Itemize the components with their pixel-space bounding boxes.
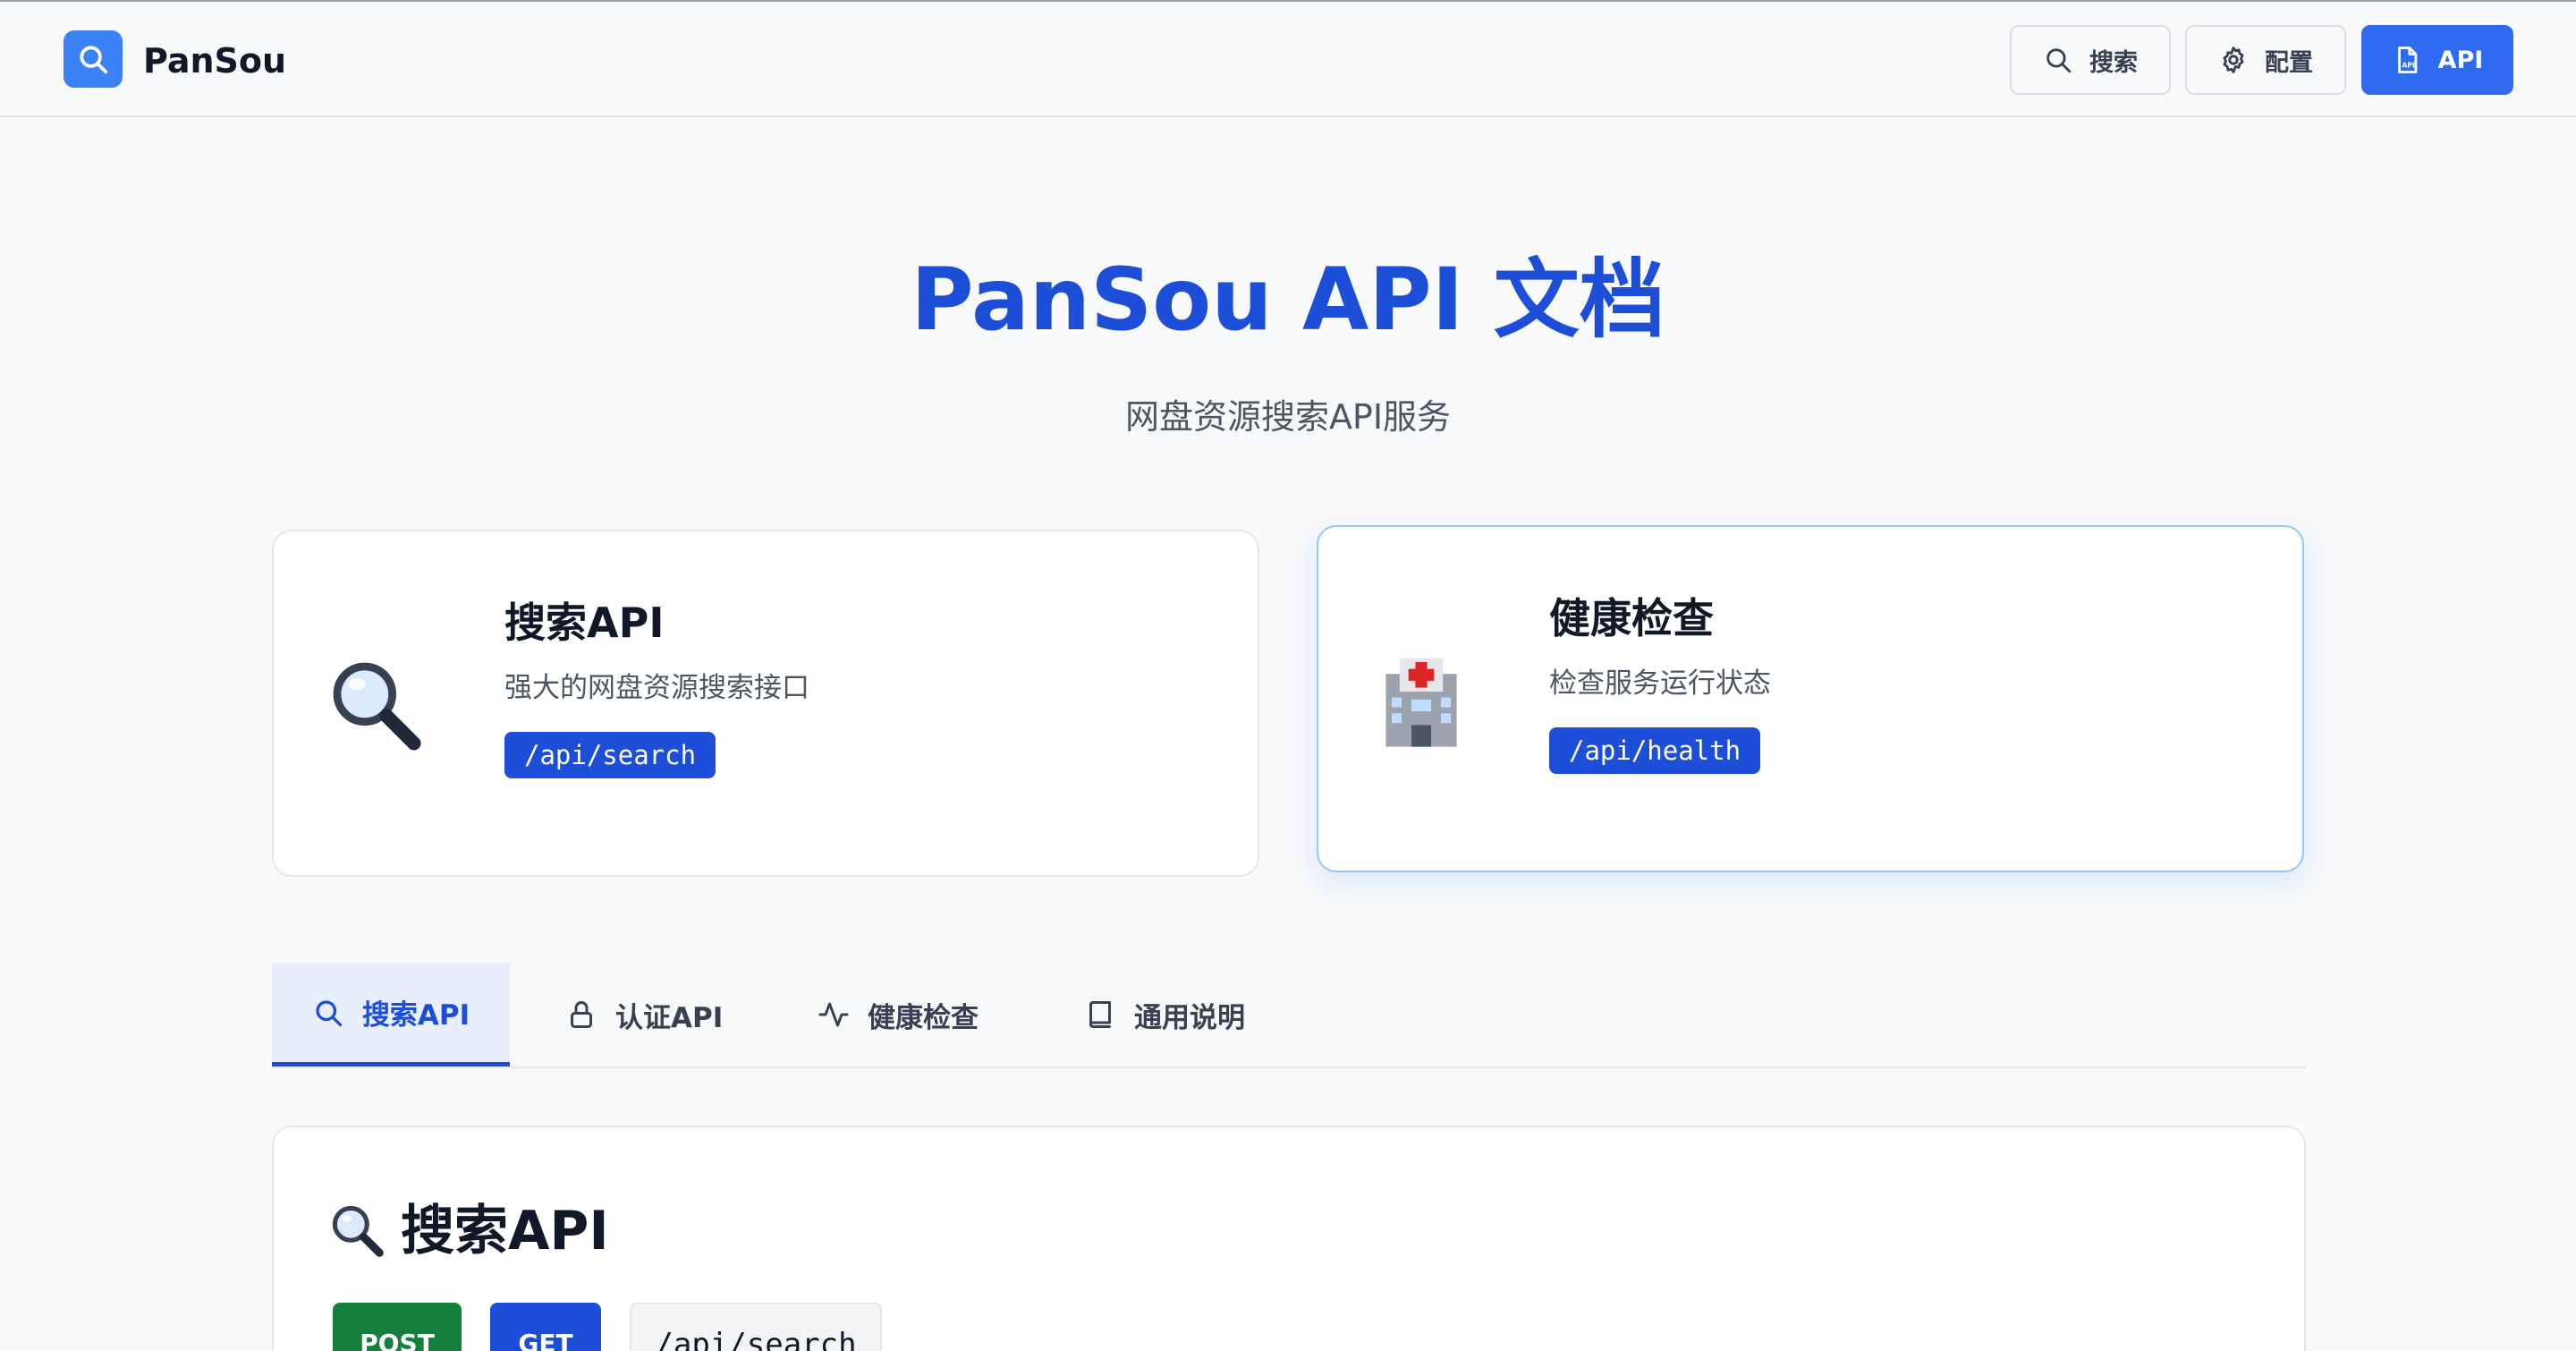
nav-search-label: 搜索 [2089,48,2138,77]
page-title: PanSou API 文档 [911,250,1665,350]
page-subtitle: 网盘资源搜索API服务 [1124,397,1452,437]
nav-config-button[interactable]: 配置 [2185,25,2346,95]
nav-search-button[interactable]: 搜索 [2010,25,2171,95]
gear-icon [2223,47,2244,73]
magnifier-emoji-icon [333,662,421,751]
card-search-endpoint: /api/search [504,732,716,778]
search-api-section: 搜索API POST GET /api/search [272,1126,2306,1351]
api-file-icon: API [2397,47,2417,73]
tab-search-label: 搜索API [361,999,470,1032]
endpoint-path: /api/search [630,1303,882,1351]
lock-icon [571,1001,592,1028]
card-health-title: 健康检查 [1549,594,1714,642]
method-badge-get: GET [490,1303,601,1351]
nav-api-label: API [2437,46,2484,74]
book-icon [1089,1001,1111,1028]
card-health-description: 检查服务运行状态 [1549,667,1771,700]
nav-api-button[interactable]: API API [2361,25,2513,95]
card-search-api[interactable]: 搜索API 强大的网盘资源搜索接口 /api/search [272,530,1259,877]
card-search-title: 搜索API [504,599,665,647]
hospital-emoji-icon [1385,658,1457,747]
search-icon [2046,48,2072,73]
magnifier-emoji-icon [332,1205,384,1257]
logo-text[interactable]: PanSou [143,38,286,84]
search-icon [316,999,343,1026]
tab-auth-label: 认证API [615,1001,724,1034]
section-title: 搜索API [329,1195,609,1267]
method-badge-post: POST [333,1303,462,1351]
section-title-text: 搜索API [401,1200,609,1262]
svg-text:API: API [2402,62,2415,70]
activity-icon [818,1002,849,1027]
tab-general-label: 通用说明 [1134,1001,1245,1034]
nav-config-label: 配置 [2265,48,2313,77]
top-navbar: PanSou 搜索 配置 API API [0,2,2576,117]
card-search-description: 强大的网盘资源搜索接口 [504,672,809,704]
tab-search-api[interactable]: 搜索API [272,963,510,1066]
tabs-divider [272,1066,2306,1068]
tab-health-label: 健康检查 [868,1001,979,1034]
card-health-check[interactable]: 健康检查 检查服务运行状态 /api/health [1317,525,2304,872]
tab-health-check[interactable]: 健康检查 [818,963,979,1066]
tab-general-notes[interactable]: 通用说明 [1084,963,1245,1066]
logo-search-icon [80,46,108,74]
page: PanSou 搜索 配置 API API PanSou API 文档 网盘资源搜… [0,0,2576,1351]
logo-badge[interactable] [64,30,123,88]
card-health-endpoint: /api/health [1549,727,1761,774]
tab-auth-api[interactable]: 认证API [565,963,723,1066]
